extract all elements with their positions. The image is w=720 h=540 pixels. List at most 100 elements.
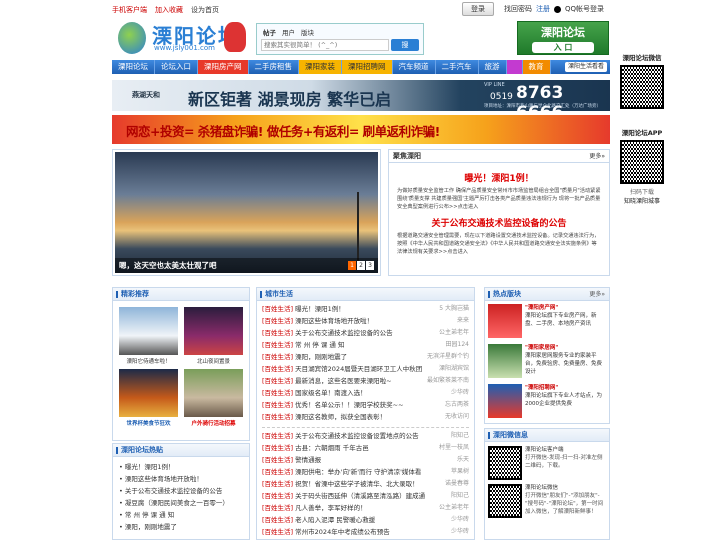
news-row[interactable]: [百姓生活] 关于公布交通技术监控设备设置地点的公告 阳知己	[262, 430, 469, 442]
set-homepage-link[interactable]: 设为首页	[191, 5, 219, 15]
news-category[interactable]: [百姓生活]	[262, 329, 293, 337]
news-title[interactable]: 天目湖宾馆2024届暨天目湖环卫工人中秋团	[295, 365, 422, 373]
mobile-client-link[interactable]: 手机客户端	[112, 5, 147, 15]
pick-item[interactable]: 世界杯美食节狂欢	[119, 369, 178, 427]
news-category[interactable]: [百姓生活]	[262, 444, 293, 452]
add-favorite-link[interactable]: 加入收藏	[155, 5, 183, 15]
news-category[interactable]: [百姓生活]	[262, 317, 293, 325]
news-category[interactable]: [百姓生活]	[262, 377, 293, 385]
news-title[interactable]: 祝贺！省溧中这些学子被清华、北大录取！	[295, 480, 419, 488]
news-category[interactable]: [百姓生活]	[262, 492, 293, 500]
focus-more-link[interactable]: 更多»	[589, 150, 605, 163]
news-category[interactable]: [百姓生活]	[262, 504, 293, 512]
pick-item[interactable]: 北山夜间置景	[184, 307, 243, 365]
news-category[interactable]: [百姓生活]	[262, 401, 293, 409]
news-title[interactable]: 溧阳，刚刚地震了	[295, 353, 347, 361]
news-author[interactable]: 公主弟老年	[439, 327, 469, 339]
search-tab-users[interactable]: 用户	[282, 27, 295, 37]
news-author[interactable]: 来来	[457, 315, 469, 327]
news-author[interactable]: 苹果树	[451, 466, 469, 478]
news-title[interactable]: 溧阳供电：举办'向'新'而行 守护清凉'媒体看	[295, 468, 421, 476]
news-row[interactable]: [百姓生活] 凡人善举，李军好样的！ 公主弟老年	[262, 502, 469, 514]
news-author[interactable]: 忘古两茶	[445, 399, 469, 411]
news-author[interactable]: 阳知己	[451, 490, 469, 502]
news-author[interactable]: 村里一枝凤	[439, 442, 469, 454]
pick-item[interactable]: 溧阳它侍通车啦！	[119, 307, 178, 365]
find-password-link[interactable]: 找回密码	[504, 4, 532, 14]
slider-caption[interactable]: 嗯，这天空也太美太壮观了吧	[115, 261, 217, 270]
board-item[interactable]: "溧阳招聘网" 溧阳论坛旗下专业人才站点，为2000企业提供免费	[485, 381, 609, 421]
news-row[interactable]: [百姓生活] 关于公布交通技术监控设备的公告 公主弟老年	[262, 327, 469, 339]
board-item[interactable]: "溧阳房产网" 溧阳论坛旗下专业房产网，新盘、二手房、本地房产资讯	[485, 301, 609, 341]
news-category[interactable]: [百姓生活]	[262, 480, 293, 488]
news-author[interactable]: 乐天	[457, 454, 469, 466]
news-title[interactable]: 关于公布交通技术监控设备的公告	[295, 329, 393, 337]
hot-post-item[interactable]: • 凝豆腐（溧阳民间美食之一百零一）	[119, 497, 243, 509]
nav-item-travel[interactable]: 旅游	[479, 60, 507, 74]
news-row[interactable]: [百姓生活] 国家级名单！南渡入选！ 少华砖	[262, 387, 469, 399]
news-title[interactable]: 古县：六朝烟雨 千年古邑	[295, 444, 369, 452]
news-author[interactable]: 阳知己	[451, 430, 469, 442]
news-author[interactable]: 最如繁茶莱不南	[427, 375, 469, 387]
nav-item-forum[interactable]: 溧阳论坛	[112, 60, 155, 74]
search-input[interactable]	[261, 39, 389, 51]
login-button[interactable]: 登录	[462, 2, 494, 16]
hot-post-item[interactable]: • 关于公布交通技术监控设备的公告	[119, 485, 243, 497]
news-author[interactable]: 溧阳湖宾馆	[439, 363, 469, 375]
news-author[interactable]: 5 大胸岂猫	[439, 303, 469, 315]
focus-headline-2[interactable]: 关于公布交通技术监控设备的公告	[389, 216, 609, 229]
news-category[interactable]: [百姓生活]	[262, 528, 293, 536]
news-category[interactable]: [百姓生活]	[262, 432, 293, 440]
news-row[interactable]: [百姓生活] 天目湖宾馆2024届暨天目湖环卫工人中秋团 溧阳湖宾馆	[262, 363, 469, 375]
hot-post-item[interactable]: • 溧阳这些体育场地开放啦！	[119, 473, 243, 485]
news-row[interactable]: [百姓生活] 溧阳这名教师，拟获全国表彰！ 无收访问	[262, 411, 469, 423]
hot-post-item[interactable]: • 曝光！溧阳1例！	[119, 461, 243, 473]
slider-page-3[interactable]: 3	[366, 261, 374, 270]
news-category[interactable]: [百姓生活]	[262, 305, 293, 313]
nav-item-car[interactable]: 汽车频道	[393, 60, 436, 74]
news-category[interactable]: [百姓生活]	[262, 353, 293, 361]
news-author[interactable]: 公主弟老年	[439, 502, 469, 514]
slider-page-2[interactable]: 2	[357, 261, 365, 270]
news-title[interactable]: 老人陷入泥潭 民警暖心救援	[295, 516, 375, 524]
news-row[interactable]: [百姓生活] 溧阳这些体育场地开放啦！ 来来	[262, 315, 469, 327]
search-button[interactable]: 搜	[391, 39, 419, 51]
news-title[interactable]: 关于公布交通技术监控设备设置地点的公告	[295, 432, 419, 440]
qq-login-link[interactable]: QQ帐号登录	[565, 4, 604, 14]
news-row[interactable]: [百姓生活] 最新消息，这些名医要来溧阳啦~ 最如繁茶莱不南	[262, 375, 469, 387]
news-title[interactable]: 常 州 停 课 通 知	[295, 341, 344, 349]
news-row[interactable]: [百姓生活] 曝光！溧阳1例！ 5 大胸岂猫	[262, 303, 469, 315]
real-estate-banner[interactable]: 燕湖天和 新区钜著 湖景现房 繁华已启 VIP LINE 0519 8763 6…	[112, 80, 610, 111]
board-item[interactable]: "溧阳家居网" 溧阳家居网服务专业的家装平台，免费验房、免费量房、免费设计	[485, 341, 609, 381]
nav-item-blank[interactable]	[506, 60, 523, 74]
pick-item[interactable]: 户外骑行活动招募	[184, 369, 243, 427]
news-title[interactable]: 曝光！溧阳1例！	[295, 305, 345, 313]
news-category[interactable]: [百姓生活]	[262, 468, 293, 476]
news-category[interactable]: [百姓生活]	[262, 456, 293, 464]
news-row[interactable]: [百姓生活] 溧阳，刚刚地震了 无滨洋星群个钓	[262, 351, 469, 363]
news-title[interactable]: 关于码头街西延伸（清溪路至清泓路）建成通	[295, 492, 425, 500]
news-row[interactable]: [百姓生活] 祝贺！省溧中这些学子被清华、北大录取！ 诺曼春尊	[262, 478, 469, 490]
news-author[interactable]: 诺曼春尊	[445, 478, 469, 490]
hot-boards-more-link[interactable]: 更多»	[589, 288, 605, 301]
news-author[interactable]: 少华砖	[451, 526, 469, 538]
photo-slider[interactable]: 嗯，这天空也太美太壮观了吧 1 2 3	[112, 149, 381, 276]
news-category[interactable]: [百姓生活]	[262, 341, 293, 349]
news-category[interactable]: [百姓生活]	[262, 516, 293, 524]
news-row[interactable]: [百姓生活] 常 州 停 课 通 知 田园124	[262, 339, 469, 351]
news-author[interactable]: 无收访问	[445, 411, 469, 423]
news-row[interactable]: [百姓生活] 关于码头街西延伸（清溪路至清泓路）建成通 阳知己	[262, 490, 469, 502]
news-title[interactable]: 国家级名单！南渡入选！	[295, 389, 367, 397]
news-row[interactable]: [百姓生活] 优秀！名单公示！！溧阳学校获奖~~ 忘古两茶	[262, 399, 469, 411]
news-author[interactable]: 无滨洋星群个钓	[427, 351, 469, 363]
news-title[interactable]: 优秀！名单公示！！溧阳学校获奖~~	[295, 401, 403, 409]
news-title[interactable]: 常州市2024年中考成绩公布预告	[295, 528, 390, 536]
anti-fraud-banner[interactable]: 网恋+投资= 杀猪盘诈骗! 做任务+有返利= 刷单返利诈骗!	[112, 115, 610, 144]
search-tab-posts[interactable]: 帖子	[263, 27, 276, 37]
nav-select[interactable]: 溧阳生活看看	[564, 62, 607, 72]
nav-item-house[interactable]: 溧阳房产网	[198, 60, 249, 74]
nav-item-edu[interactable]: 教育	[522, 60, 551, 74]
focus-headline-1[interactable]: 曝光！溧阳1例！	[389, 171, 609, 184]
nav-item-entrance[interactable]: 论坛入口	[155, 60, 198, 74]
logo[interactable]: 溧阳论坛 www.jsly001.com	[118, 20, 248, 58]
